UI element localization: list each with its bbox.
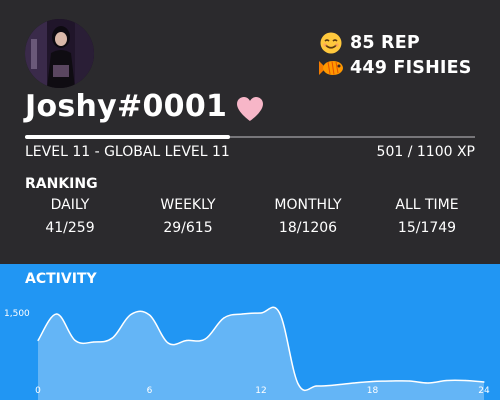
y-tick-label: 1,500	[4, 309, 30, 319]
activity-point	[427, 382, 429, 384]
activity-point	[223, 317, 225, 319]
activity-point	[409, 380, 411, 382]
ranking-daily-label: DAILY	[50, 197, 90, 213]
ranking-all-time-value: 15/1749	[397, 220, 457, 236]
x-tick-label: 18	[367, 386, 379, 396]
activity-point	[111, 337, 113, 339]
ranking-daily-value: 41/259	[45, 220, 95, 236]
activity-point	[316, 385, 318, 387]
activity-point	[353, 382, 355, 384]
username: Joshy#0001	[25, 89, 228, 124]
activity-panel: 0 6 12 18 24 1,500 ACTIVITY	[0, 264, 500, 400]
pink-heart-icon	[237, 96, 264, 121]
smiling-face-icon	[320, 32, 342, 53]
fishies-label: 449 FISHIES	[350, 57, 472, 78]
ranking-monthly-label: MONTHLY	[274, 197, 342, 213]
activity-point	[446, 379, 448, 382]
activity-point	[148, 314, 151, 316]
activity-point	[371, 380, 374, 383]
activity-point	[278, 312, 281, 314]
activity-title: ACTIVITY	[25, 271, 97, 287]
ranking-monthly-value: 18/1206	[278, 220, 338, 236]
level-label: LEVEL 11 - GLOBAL LEVEL 11	[25, 144, 230, 160]
ranking-title: RANKING	[25, 176, 98, 192]
rep-stat: 85 REP	[318, 30, 493, 55]
activity-point	[390, 380, 392, 382]
avatar[interactable]	[25, 19, 94, 88]
x-tick-label: 0	[35, 386, 41, 396]
activity-point	[297, 383, 299, 385]
x-tick-label: 24	[478, 386, 490, 396]
activity-point	[483, 381, 485, 383]
ranking-all-time: ALL TIME 15/1749	[384, 197, 470, 236]
activity-point	[334, 384, 336, 386]
activity-point	[241, 313, 244, 315]
activity-point	[93, 341, 95, 343]
activity-point	[37, 339, 39, 342]
ranking-weekly-value: 29/615	[163, 220, 213, 236]
goldfish-icon	[319, 60, 343, 75]
profile-card: 85 REP 449 FISHIES Joshy#0001 LEVEL 11 -…	[0, 0, 500, 264]
activity-point	[186, 339, 188, 342]
ranking-daily: DAILY 41/259	[28, 197, 112, 236]
x-tick-label: 6	[147, 386, 153, 396]
ranking-weekly-label: WEEKLY	[160, 197, 216, 213]
avatar-image	[25, 19, 94, 88]
xp-progress-bar	[25, 135, 475, 139]
fishies-stat: 449 FISHIES	[318, 55, 493, 80]
activity-point	[464, 379, 467, 382]
rep-label: 85 REP	[350, 32, 420, 53]
activity-point	[167, 342, 169, 344]
activity-point	[260, 312, 262, 314]
stats-panel: 85 REP 449 FISHIES	[318, 30, 493, 80]
activity-point	[130, 313, 132, 316]
activity-point	[55, 313, 58, 315]
activity-point	[204, 338, 206, 340]
xp-label: 501 / 1100 XP	[376, 144, 475, 160]
x-tick-label: 12	[255, 386, 266, 396]
ranking-all-time-label: ALL TIME	[395, 197, 459, 213]
username-row: Joshy#0001	[25, 89, 265, 124]
activity-point	[74, 339, 76, 342]
ranking-monthly: MONTHLY 18/1206	[262, 197, 354, 236]
ranking-weekly: WEEKLY 29/615	[146, 197, 230, 236]
xp-progress-fill	[25, 135, 230, 139]
